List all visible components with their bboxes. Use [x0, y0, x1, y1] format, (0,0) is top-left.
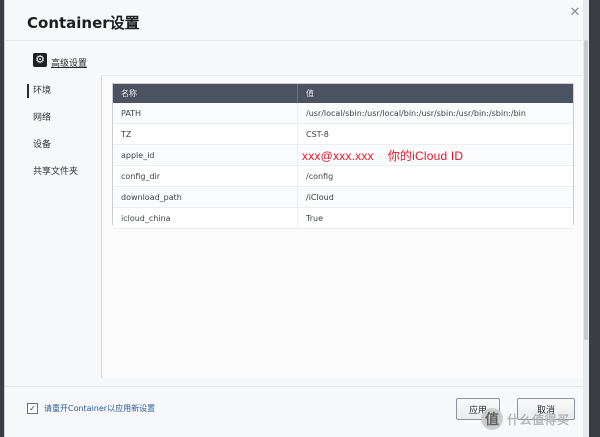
row-value[interactable]: /usr/local/sbin:/usr/local/bin:/usr/sbin…: [297, 103, 573, 123]
row-name: download_path: [121, 192, 182, 202]
row-value[interactable]: True: [297, 208, 573, 228]
env-table: 名称 值 PATH /usr/local/sbin:/usr/local/bin…: [112, 83, 574, 229]
nav-item-network[interactable]: 网络: [27, 111, 97, 125]
dialog-scrollbar[interactable]: [583, 0, 589, 437]
container-settings-dialog: Container设置 ✕ ⚙ 高级设置 环境 网络 设备 共享文件夹 名称 值…: [4, 0, 589, 437]
row-value[interactable]: /iCloud: [297, 187, 573, 207]
advanced-settings-link[interactable]: 高级设置: [51, 56, 87, 69]
row-name: PATH: [121, 108, 142, 118]
footer-divider: [5, 386, 589, 387]
table-row[interactable]: config_dir /config: [113, 166, 573, 187]
close-icon[interactable]: ✕: [568, 6, 582, 20]
title-divider: [5, 40, 589, 41]
table-row[interactable]: PATH /usr/local/sbin:/usr/local/bin:/usr…: [113, 103, 573, 124]
advanced-settings-row[interactable]: ⚙ 高级设置: [33, 50, 87, 69]
table-row[interactable]: TZ CST-8: [113, 124, 573, 145]
row-name: config_dir: [121, 171, 161, 181]
row-value-annotated[interactable]: xxx@xxx.xxx 你的iCloud ID: [297, 145, 573, 165]
row-value[interactable]: CST-8: [297, 124, 573, 144]
row-name: TZ: [121, 129, 132, 139]
annotation-email: xxx@xxx.xxx: [302, 148, 374, 163]
annotation-note: 你的iCloud ID: [387, 148, 464, 163]
watermark: 值 什么值得买: [481, 405, 585, 433]
row-name: apple_id: [121, 150, 155, 160]
apple-id-annotation: xxx@xxx.xxx 你的iCloud ID: [302, 147, 463, 164]
env-content-panel: 名称 值 PATH /usr/local/sbin:/usr/local/bin…: [101, 75, 582, 378]
nav-item-env[interactable]: 环境: [27, 84, 97, 98]
watermark-logo: 值: [481, 408, 503, 430]
header-name: 名称: [121, 89, 137, 98]
table-header: 名称 值: [113, 84, 573, 103]
header-value: 值: [297, 84, 573, 103]
dialog-title: Container设置: [27, 14, 140, 32]
table-row[interactable]: apple_id xxx@xxx.xxx 你的iCloud ID: [113, 145, 573, 166]
restart-option[interactable]: ✓ 请重开Container以应用新设置: [27, 403, 155, 414]
restart-label[interactable]: 请重开Container以应用新设置: [44, 403, 155, 414]
check-icon[interactable]: ✓: [27, 403, 38, 414]
table-row[interactable]: icloud_china True: [113, 208, 573, 229]
watermark-text: 什么值得买: [507, 412, 570, 427]
row-name: icloud_china: [121, 213, 171, 223]
row-value[interactable]: /config: [297, 166, 573, 186]
gear-icon: ⚙: [33, 52, 47, 67]
settings-nav: 环境 网络 设备 共享文件夹: [27, 84, 97, 192]
nav-item-shared-folders[interactable]: 共享文件夹: [27, 165, 97, 179]
scroll-thumb[interactable]: [584, 40, 588, 340]
table-row[interactable]: download_path /iCloud: [113, 187, 573, 208]
nav-item-device[interactable]: 设备: [27, 138, 97, 152]
